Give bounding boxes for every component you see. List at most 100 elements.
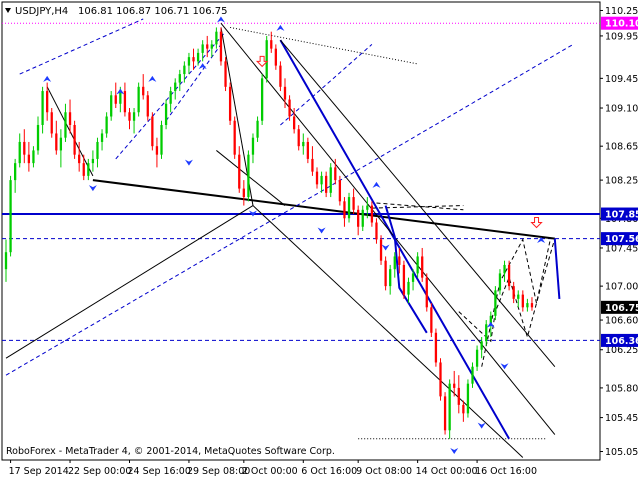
candle-body — [59, 137, 63, 151]
candle-body — [416, 256, 419, 274]
candle-body — [494, 290, 497, 316]
candle-body — [100, 133, 104, 142]
candle-body — [471, 366, 474, 384]
candle-body — [270, 40, 273, 49]
candle-body — [421, 256, 424, 278]
candle-body — [23, 141, 26, 155]
candle-body — [279, 65, 282, 87]
candle-body — [183, 65, 186, 75]
x-tick-label: 22 Sep 00:00 — [68, 466, 131, 477]
candle-body — [402, 264, 406, 295]
x-tick-label: 2 Oct 00:00 — [242, 466, 298, 477]
candle-body — [302, 141, 305, 147]
candle-body — [247, 154, 250, 198]
candle-body — [32, 150, 35, 164]
candle-body — [128, 112, 131, 121]
y-tick-label: 110.25 — [605, 6, 638, 17]
candle-body — [439, 362, 442, 397]
candle-body — [338, 180, 342, 202]
symbol-timeframe: USDJPY,H4 — [15, 6, 68, 17]
candle-body — [485, 324, 488, 342]
candle-body — [187, 57, 191, 66]
candle-body — [306, 141, 310, 159]
candle-body — [151, 116, 154, 147]
candle-body — [352, 197, 355, 210]
x-tick-label: 16 Oct 16:00 — [475, 466, 537, 477]
y-tick-label: 105.45 — [605, 413, 638, 424]
candle-body — [430, 307, 433, 333]
x-tick-label: 24 Sep 16:00 — [127, 466, 190, 477]
candle-body — [78, 154, 81, 164]
candle-body — [164, 103, 168, 125]
candle-body — [443, 396, 447, 431]
candle-body — [370, 205, 374, 223]
candle-body — [517, 294, 520, 299]
y-tick-label: 105.80 — [605, 383, 638, 394]
candle-body — [82, 163, 85, 176]
candle-body — [297, 129, 300, 147]
ohlc-values: 106.81 106.87 106.71 106.75 — [78, 6, 228, 17]
candle-body — [105, 116, 108, 134]
candle-body — [169, 91, 172, 104]
y-tick-label: 108.25 — [605, 176, 638, 187]
candle-body — [375, 222, 378, 240]
candle-body — [110, 95, 113, 117]
candle-body — [14, 163, 17, 181]
candle-body — [480, 341, 483, 350]
candle-body — [283, 86, 287, 100]
candle-body — [288, 99, 291, 117]
candle-body — [196, 52, 200, 62]
candle-body — [36, 124, 40, 151]
candle-body — [142, 86, 145, 96]
chart-header: USDJPY,H4 106.81 106.87 106.71 106.75 — [5, 6, 228, 17]
x-tick-label: 6 Oct 16:00 — [301, 466, 357, 477]
price-label: 107.56 — [605, 234, 640, 245]
candle-body — [389, 269, 392, 287]
candle-body — [407, 281, 410, 295]
candle-body — [41, 91, 44, 125]
candle-body — [411, 273, 415, 282]
candle-body — [206, 44, 209, 49]
candle-body — [9, 180, 12, 253]
candle-body — [434, 332, 438, 363]
price-label: 106.36 — [605, 336, 640, 347]
candle-body — [453, 383, 456, 388]
candle-body — [233, 120, 236, 155]
candle-body — [238, 154, 241, 189]
candle-body — [462, 404, 465, 414]
candle-body — [87, 163, 90, 176]
candle-body — [384, 260, 387, 287]
candle-body — [68, 112, 72, 125]
candle-body — [393, 256, 396, 270]
candle-body — [73, 124, 76, 155]
candle-body — [192, 57, 195, 62]
candle-body — [228, 86, 232, 121]
candle-body — [315, 171, 319, 185]
candle-body — [475, 349, 479, 367]
candle-body — [210, 44, 213, 49]
candle-body — [260, 78, 264, 121]
y-tick-label: 108.65 — [605, 142, 638, 153]
candle-body — [219, 31, 223, 62]
chart-background — [0, 0, 640, 480]
price-chart: 110.25 109.95 109.45 109.10 108.65 108.25 107.… — [0, 0, 640, 480]
candle-body — [256, 120, 259, 138]
candle-body — [357, 209, 360, 227]
candle-body — [155, 146, 159, 155]
price-label: 107.85 — [605, 210, 640, 221]
candle-body — [521, 294, 524, 308]
y-tick-label: 109.45 — [605, 74, 638, 85]
candle-body — [530, 303, 534, 308]
candle-body — [242, 188, 245, 198]
candle-body — [265, 40, 268, 79]
candle-body — [160, 124, 163, 155]
candle-body — [457, 387, 460, 405]
candle-body — [132, 112, 136, 121]
price-label: 110.10 — [605, 19, 640, 30]
candle-body — [292, 116, 296, 130]
y-tick-label: 105.05 — [605, 447, 638, 458]
candle-body — [320, 175, 323, 185]
candle-body — [334, 167, 337, 181]
candle-body — [201, 44, 204, 53]
candle-body — [178, 74, 181, 83]
